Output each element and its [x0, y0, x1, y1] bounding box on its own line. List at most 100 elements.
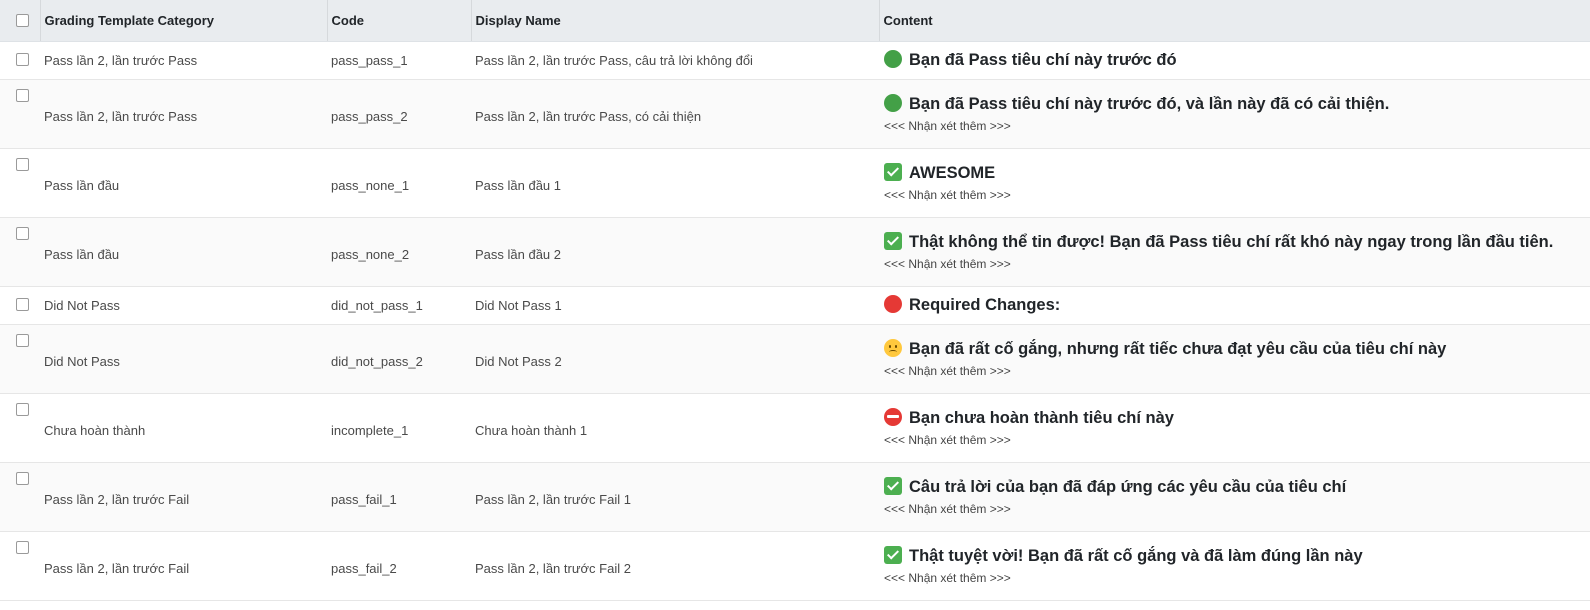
content-title-text: Câu trả lời của bạn đã đáp ứng các yêu c… — [909, 477, 1347, 496]
check-mark-icon — [884, 545, 902, 564]
row-checkbox[interactable] — [16, 402, 29, 416]
check-mark-icon — [884, 162, 902, 181]
row-select-cell — [0, 324, 40, 394]
cell-category-text: Pass lần 2, lần trước Fail — [44, 492, 190, 507]
cell-category: Pass lần 2, lần trước Pass — [40, 79, 327, 149]
row-checkbox[interactable] — [16, 333, 29, 347]
cell-content: Thật không thể tin được! Bạn đã Pass tiê… — [879, 217, 1590, 287]
content-note: <<< Nhận xét thêm >>> — [884, 256, 1011, 271]
cell-category: Pass lần 2, lần trước Pass — [40, 41, 327, 80]
table-body: Pass lần 2, lần trước Pass pass_pass_1 Pas… — [0, 41, 1590, 601]
cell-code-text: pass_pass_2 — [331, 109, 408, 124]
cell-code-text: pass_none_2 — [331, 247, 410, 262]
cell-display-name-text: Pass lần 2, lần trước Fail 2 — [475, 561, 631, 576]
cell-category: Pass lần đầu — [40, 148, 327, 218]
cell-content: Bạn đã rất cố gắng, nhưng rất tiếc chưa … — [879, 324, 1590, 394]
cell-code: pass_none_2 — [327, 217, 471, 287]
cell-code: pass_pass_2 — [327, 79, 471, 149]
cell-code: pass_fail_2 — [327, 531, 471, 601]
cell-display-name-text: Pass lần 2, lần trước Pass, có cải thiện — [475, 109, 702, 124]
cell-display-name: Pass lần đầu 2 — [471, 217, 879, 287]
cell-code-text: pass_pass_1 — [331, 52, 408, 68]
content-title-text: Required Changes: — [909, 296, 1061, 314]
content-title: AWESOME — [884, 162, 1590, 183]
table-row[interactable]: Pass lần đầu pass_none_2 Pass lần đầu 2 Thậ… — [0, 217, 1590, 287]
content-note: <<< Nhận xét thêm >>> — [884, 187, 1011, 202]
header-category[interactable]: Grading Template Category — [39, 0, 327, 42]
row-checkbox[interactable] — [16, 52, 29, 66]
content-title-text: Bạn đã Pass tiêu chí này trước đó — [909, 51, 1177, 69]
cell-category-text: Pass lần 2, lần trước Fail — [44, 561, 190, 576]
content-note: <<< Nhận xét thêm >>> — [884, 570, 1011, 585]
content-note: <<< Nhận xét thêm >>> — [884, 501, 1011, 516]
cell-code: pass_fail_1 — [327, 462, 471, 532]
header-row: Grading Template Category Code Display N… — [0, 0, 1590, 42]
cell-display-name-text: Did Not Pass 2 — [475, 354, 562, 369]
content-title-text: Bạn chưa hoàn thành tiêu chí này — [909, 408, 1174, 427]
cell-category: Did Not Pass — [40, 286, 327, 325]
cell-category-text: Chưa hoàn thành — [44, 423, 146, 438]
cell-code-text: did_not_pass_1 — [331, 297, 423, 313]
cell-category-text: Did Not Pass — [44, 354, 120, 369]
cell-code: pass_none_1 — [327, 148, 471, 218]
content-note: <<< Nhận xét thêm >>> — [884, 432, 1011, 447]
header-display-name[interactable]: Display Name — [470, 0, 879, 42]
cell-category: Chưa hoàn thành — [40, 393, 327, 463]
cell-display-name: Pass lần 2, lần trước Pass, câu trả lời … — [471, 41, 879, 80]
cell-category-text: Pass lần 2, lần trước Pass — [44, 52, 198, 68]
row-checkbox[interactable] — [16, 471, 29, 485]
cell-display-name: Pass lần 2, lần trước Fail 1 — [471, 462, 879, 532]
cell-code: pass_pass_1 — [327, 41, 471, 80]
table-row[interactable]: Pass lần đầu pass_none_1 Pass lần đầu 1 AWE… — [0, 148, 1590, 218]
table-row[interactable]: Pass lần 2, lần trước Pass pass_pass_1 Pas… — [0, 41, 1590, 80]
table-row[interactable]: Chưa hoàn thành incomplete_1 Chưa hoàn thà… — [0, 393, 1590, 463]
content-title: Câu trả lời của bạn đã đáp ứng các yêu c… — [884, 476, 1590, 497]
cell-content: Bạn đã Pass tiêu chí này trước đó — [879, 41, 1590, 80]
worried-face-icon — [884, 338, 902, 357]
cell-code-text: pass_none_1 — [331, 178, 410, 193]
cell-category-text: Pass lần đầu — [44, 247, 120, 262]
content-title: Bạn đã Pass tiêu chí này trước đó, và lầ… — [884, 93, 1590, 114]
row-checkbox[interactable] — [16, 88, 29, 102]
content-title-text: Thật không thể tin được! Bạn đã Pass tiê… — [909, 232, 1554, 251]
cell-display-name: Pass lần 2, lần trước Pass, có cải thiện — [471, 79, 879, 149]
row-checkbox[interactable] — [16, 540, 29, 554]
table-row[interactable]: Pass lần 2, lần trước Pass pass_pass_2 Pas… — [0, 79, 1590, 149]
red-circle-icon — [884, 295, 902, 313]
cell-category-text: Pass lần 2, lần trước Pass — [44, 109, 198, 124]
row-checkbox[interactable] — [16, 297, 29, 311]
select-all-checkbox[interactable] — [16, 13, 29, 27]
row-select-cell — [0, 217, 40, 287]
row-checkbox[interactable] — [16, 157, 29, 171]
row-select-cell — [0, 462, 40, 532]
cell-display-name-text: Did Not Pass 1 — [475, 297, 562, 313]
cell-display-name: Pass lần 2, lần trước Fail 2 — [471, 531, 879, 601]
no-entry-icon — [884, 407, 902, 426]
table-row[interactable]: Pass lần 2, lần trước Fail pass_fail_1 Pas… — [0, 462, 1590, 532]
row-select-cell — [0, 148, 40, 218]
table-header: Grading Template Category Code Display N… — [0, 0, 1590, 42]
content-title: Thật tuyệt vời! Bạn đã rất cố gắng và đã… — [884, 545, 1590, 566]
cell-display-name-text: Pass lần 2, lần trước Fail 1 — [475, 492, 631, 507]
cell-display-name: Did Not Pass 1 — [471, 286, 879, 325]
row-select-cell — [0, 286, 40, 325]
table-row[interactable]: Did Not Pass did_not_pass_2 Did Not Pass 2… — [0, 324, 1590, 394]
row-select-cell — [0, 79, 40, 149]
check-mark-icon — [884, 476, 902, 495]
cell-category: Pass lần đầu — [40, 217, 327, 287]
cell-display-name-text: Pass lần 2, lần trước Pass, câu trả lời … — [475, 52, 753, 68]
header-content[interactable]: Content — [878, 0, 1590, 42]
header-code[interactable]: Code — [326, 0, 471, 42]
content-title: Thật không thể tin được! Bạn đã Pass tiê… — [884, 231, 1590, 252]
cell-code: incomplete_1 — [327, 393, 471, 463]
cell-code-text: incomplete_1 — [331, 423, 409, 438]
cell-display-name: Did Not Pass 2 — [471, 324, 879, 394]
row-checkbox[interactable] — [16, 226, 29, 240]
row-select-cell — [0, 41, 40, 80]
content-title: Required Changes: — [884, 295, 1590, 315]
table-row[interactable]: Did Not Pass did_not_pass_1 Did Not Pass 1… — [0, 286, 1590, 325]
cell-display-name: Chưa hoàn thành 1 — [471, 393, 879, 463]
table-row[interactable]: Pass lần 2, lần trước Fail pass_fail_2 Pas… — [0, 531, 1590, 601]
green-circle-icon — [884, 50, 902, 68]
cell-display-name-text: Pass lần đầu 1 — [475, 178, 562, 193]
